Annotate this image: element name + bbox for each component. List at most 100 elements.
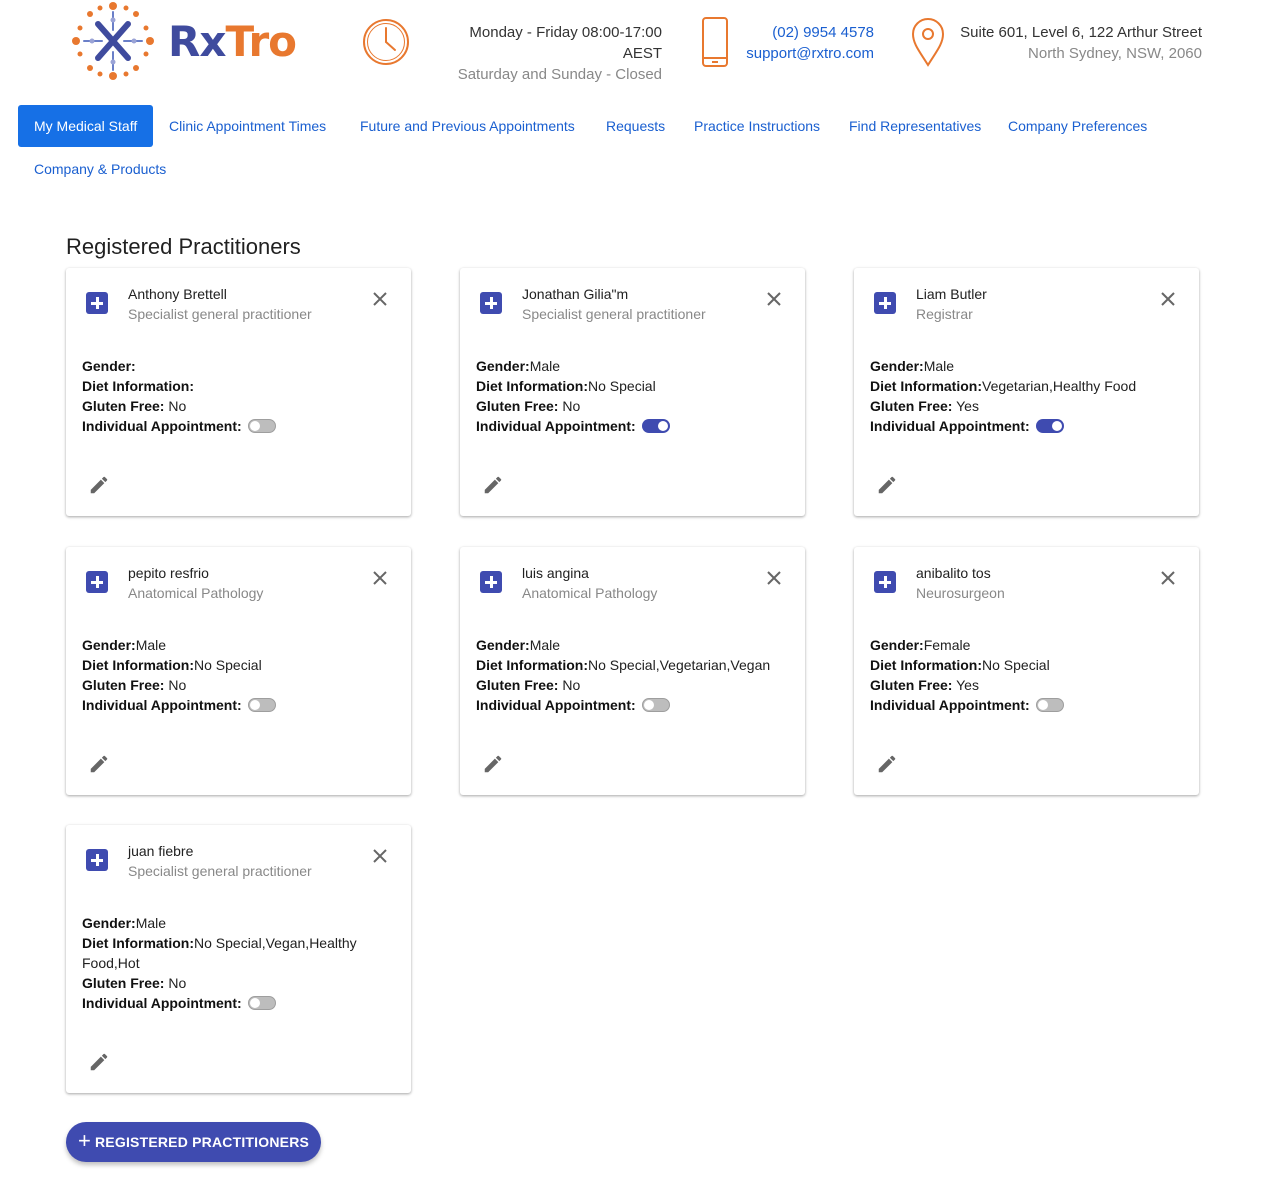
practitioner-name: Liam Butler xyxy=(916,286,987,302)
diet-label: Diet Information: xyxy=(82,657,194,673)
practitioner-details: Gender: Diet Information: Gluten Free: No I… xyxy=(82,356,397,436)
practitioner-name: juan fiebre xyxy=(128,843,194,859)
gluten-label: Gluten Free: xyxy=(870,398,953,414)
edit-pencil-icon[interactable] xyxy=(88,474,110,496)
close-icon[interactable] xyxy=(765,569,783,587)
close-icon[interactable] xyxy=(765,290,783,308)
tab-future-previous-appointments[interactable]: Future and Previous Appointments xyxy=(344,105,591,147)
gluten-label: Gluten Free: xyxy=(82,677,165,693)
toggle-knob xyxy=(1037,700,1048,711)
practitioner-role: Registrar xyxy=(916,306,973,322)
gender-label: Gender: xyxy=(82,637,136,653)
individual-appointment-row: Individual Appointment: xyxy=(82,695,397,715)
diet-value: No Special xyxy=(982,657,1050,673)
individual-appointment-toggle[interactable] xyxy=(247,419,276,434)
gender-row: Gender:Male xyxy=(476,356,791,376)
address-line-2: North Sydney, NSW, 2060 xyxy=(1028,45,1202,62)
diet-row: Diet Information:No Special,Vegetarian,V… xyxy=(476,655,791,675)
add-practitioner-button[interactable]: + REGISTERED PRACTITIONERS xyxy=(66,1122,321,1162)
individual-appointment-toggle[interactable] xyxy=(641,419,670,434)
gluten-row: Gluten Free: No xyxy=(82,396,397,416)
email-link[interactable]: support@rxtro.com xyxy=(744,43,874,64)
individual-appointment-toggle[interactable] xyxy=(641,698,670,713)
hours-weekdays: Monday - Friday 08:00-17:00 AEST xyxy=(469,24,662,62)
diet-value: No Special,Vegetarian,Vegan xyxy=(588,657,771,673)
medical-cross-icon xyxy=(86,292,108,314)
close-icon[interactable] xyxy=(371,569,389,587)
gender-value: Male xyxy=(923,358,955,374)
individual-appointment-toggle[interactable] xyxy=(1035,419,1064,434)
address-info: Suite 601, Level 6, 122 Arthur Street No… xyxy=(910,16,1202,68)
practitioner-details: Gender:Female Diet Information:No Special… xyxy=(870,635,1185,715)
close-icon[interactable] xyxy=(1159,290,1177,308)
gender-value: Male xyxy=(135,637,167,653)
individual-appointment-toggle[interactable] xyxy=(247,996,276,1011)
diet-row: Diet Information: xyxy=(82,376,397,396)
phone-icon xyxy=(702,17,728,67)
edit-pencil-icon[interactable] xyxy=(876,474,898,496)
edit-pencil-icon[interactable] xyxy=(88,1051,110,1073)
practitioner-role: Specialist general practitioner xyxy=(128,306,312,322)
practitioner-name: pepito resfrio xyxy=(128,565,209,581)
individual-appointment-row: Individual Appointment: xyxy=(870,416,1185,436)
gluten-row: Gluten Free: Yes xyxy=(870,675,1185,695)
hours-weekend: Saturday and Sunday - Closed xyxy=(457,66,662,83)
practitioner-role: Anatomical Pathology xyxy=(128,585,264,601)
gender-label: Gender: xyxy=(476,358,530,374)
individual-appointment-row: Individual Appointment: xyxy=(870,695,1185,715)
edit-pencil-icon[interactable] xyxy=(482,753,504,775)
edit-pencil-icon[interactable] xyxy=(876,753,898,775)
gender-row: Gender:Female xyxy=(870,635,1185,655)
gluten-value: No xyxy=(558,398,581,414)
logo-mark-icon xyxy=(72,2,154,80)
medical-cross-icon xyxy=(480,292,502,314)
plus-icon: + xyxy=(77,1128,91,1153)
edit-pencil-icon[interactable] xyxy=(88,753,110,775)
practitioner-name: luis angina xyxy=(522,565,589,581)
gender-label: Gender: xyxy=(870,637,924,653)
practitioner-details: Gender:Male Diet Information:No Special,V… xyxy=(82,913,397,1013)
diet-label: Diet Information: xyxy=(476,657,588,673)
toggle-knob xyxy=(249,998,260,1009)
add-button-label: REGISTERED PRACTITIONERS xyxy=(95,1134,310,1150)
gluten-label: Gluten Free: xyxy=(82,975,165,991)
practitioner-card: Anthony Brettell Specialist general pract… xyxy=(66,268,411,516)
tab-requests[interactable]: Requests xyxy=(590,105,681,147)
tab-company-products[interactable]: Company & Products xyxy=(18,148,182,190)
phone-link[interactable]: (02) 9954 4578 xyxy=(744,22,874,43)
gender-row: Gender:Male xyxy=(82,913,397,933)
gluten-value: No xyxy=(164,398,187,414)
gender-value: Male xyxy=(135,915,167,931)
individual-appointment-label: Individual Appointment: xyxy=(82,418,242,434)
tab-clinic-appointment-times[interactable]: Clinic Appointment Times xyxy=(153,105,342,147)
practitioner-name: Anthony Brettell xyxy=(128,286,227,302)
tab-practice-instructions[interactable]: Practice Instructions xyxy=(678,105,836,147)
practitioner-card: Jonathan Gilia"m Specialist general pract… xyxy=(460,268,805,516)
individual-appointment-toggle[interactable] xyxy=(247,698,276,713)
individual-appointment-label: Individual Appointment: xyxy=(870,418,1030,434)
tab-find-representatives[interactable]: Find Representatives xyxy=(833,105,997,147)
gender-row: Gender:Male xyxy=(82,635,397,655)
individual-appointment-row: Individual Appointment: xyxy=(476,695,791,715)
close-icon[interactable] xyxy=(371,847,389,865)
gender-row: Gender:Male xyxy=(870,356,1185,376)
close-icon[interactable] xyxy=(371,290,389,308)
tab-my-medical-staff[interactable]: My Medical Staff xyxy=(18,105,154,147)
practitioner-card: Liam Butler Registrar Gender:Male Diet Info… xyxy=(854,268,1199,516)
tab-company-preferences[interactable]: Company Preferences xyxy=(992,105,1163,147)
diet-row: Diet Information:No Special,Vegan,Health… xyxy=(82,933,397,973)
toggle-knob xyxy=(249,421,260,432)
practitioner-card: pepito resfrio Anatomical Pathology Gender… xyxy=(66,547,411,795)
individual-appointment-toggle[interactable] xyxy=(1035,698,1064,713)
rxtro-logo[interactable]: RxTro xyxy=(70,0,330,82)
close-icon[interactable] xyxy=(1159,569,1177,587)
gender-value: Male xyxy=(529,358,561,374)
practitioner-details: Gender:Male Diet Information:No Special Gl… xyxy=(82,635,397,715)
opening-hours: Monday - Friday 08:00-17:00 AEST Saturda… xyxy=(360,16,662,83)
toggle-knob xyxy=(1051,421,1062,432)
edit-pencil-icon[interactable] xyxy=(482,474,504,496)
individual-appointment-label: Individual Appointment: xyxy=(476,697,636,713)
practitioner-role: Specialist general practitioner xyxy=(128,863,312,879)
individual-appointment-row: Individual Appointment: xyxy=(82,416,397,436)
diet-row: Diet Information:Vegetarian,Healthy Food xyxy=(870,376,1185,396)
